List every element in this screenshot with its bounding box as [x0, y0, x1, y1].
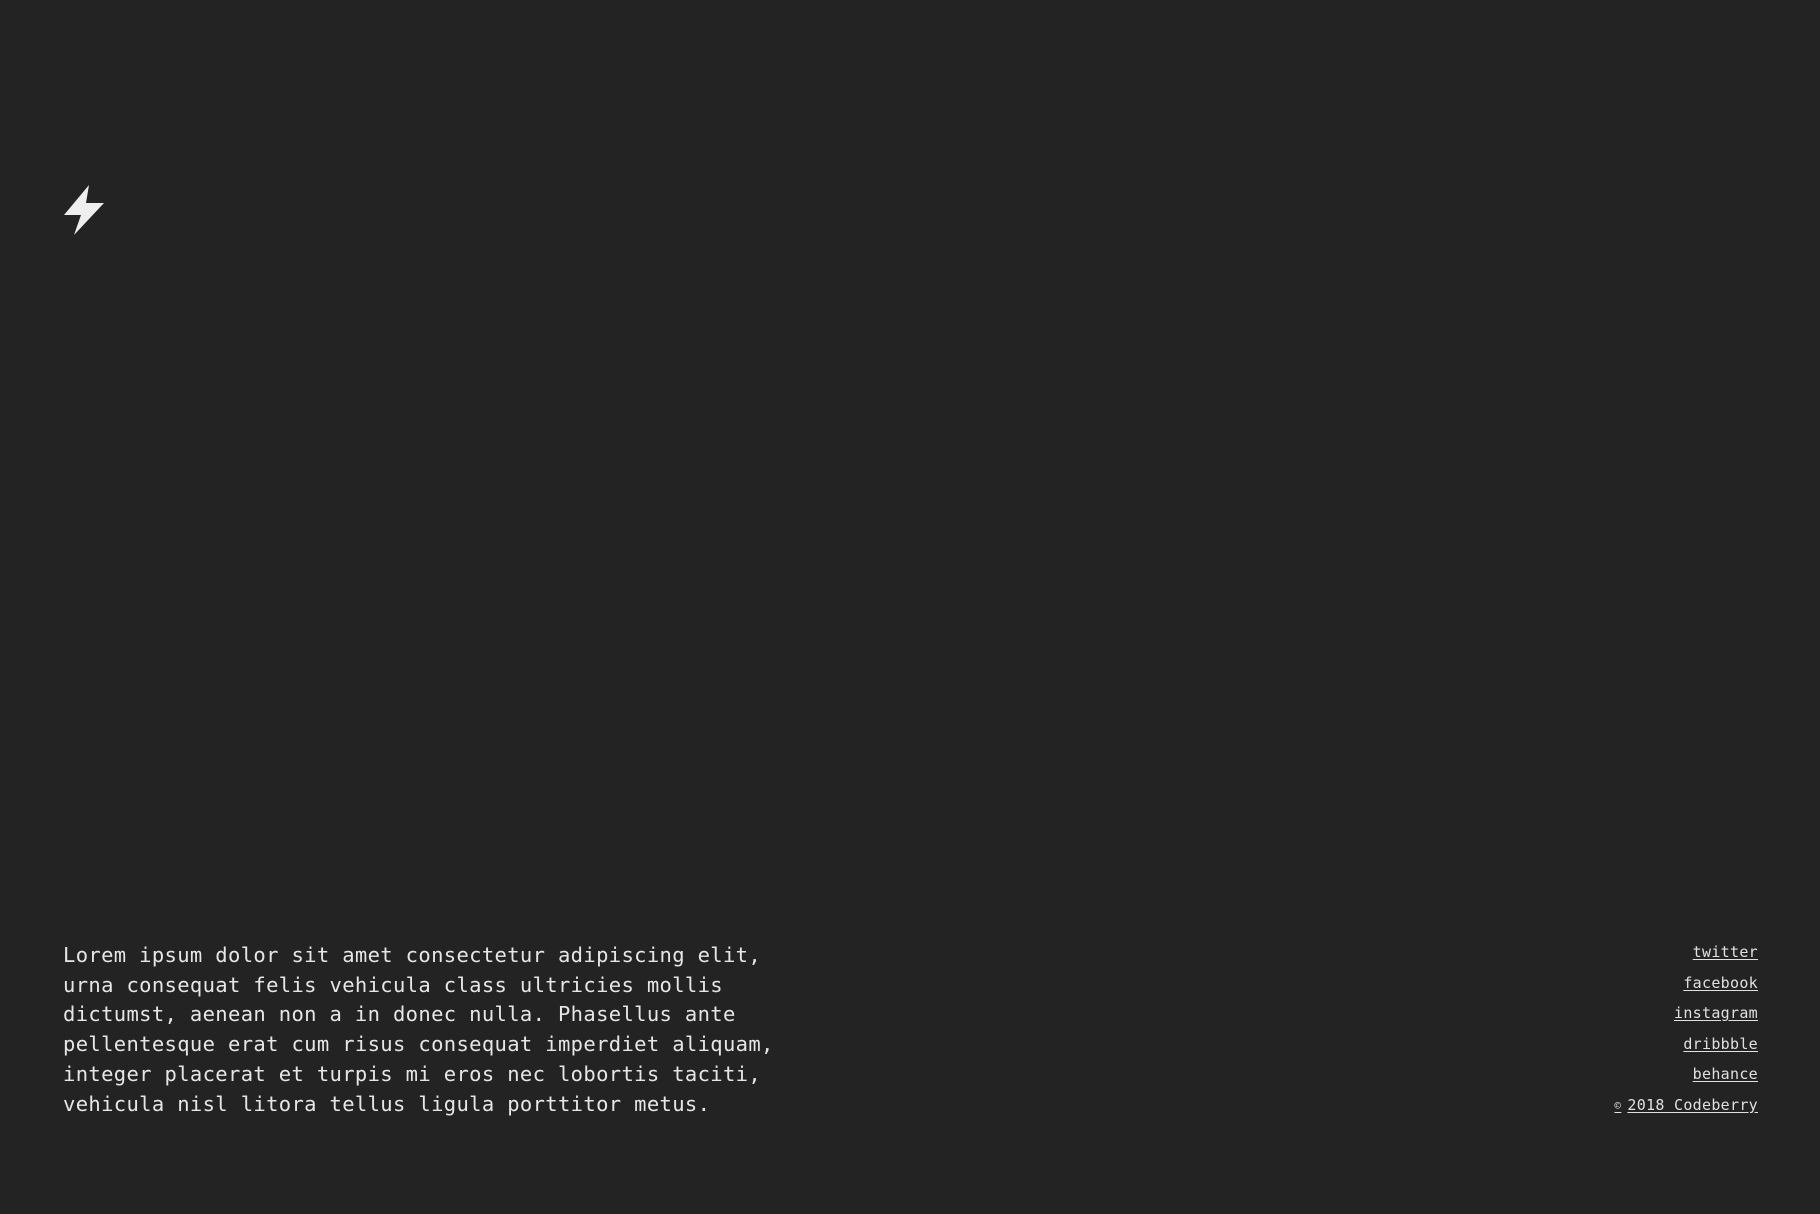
social-item: facebook [1614, 972, 1758, 1003]
copyright-link[interactable]: © 2018 Codeberry [1614, 1096, 1758, 1114]
twitter-link[interactable]: twitter [1693, 943, 1758, 961]
copyright-text: 2018 Codeberry [1627, 1095, 1758, 1114]
social-item: behance [1614, 1063, 1758, 1094]
lightning-bolt-icon [64, 185, 104, 235]
social-links: twitter facebook instagram dribbble beha… [1614, 941, 1758, 1125]
logo-link[interactable] [62, 185, 106, 235]
social-item: © 2018 Codeberry [1614, 1094, 1758, 1125]
intro-paragraph: Lorem ipsum dolor sit amet consectetur a… [63, 943, 774, 1116]
social-item: dribbble [1614, 1033, 1758, 1064]
instagram-link[interactable]: instagram [1674, 1004, 1758, 1022]
social-item: instagram [1614, 1002, 1758, 1033]
behance-link[interactable]: behance [1693, 1065, 1758, 1083]
dribbble-link[interactable]: dribbble [1683, 1035, 1758, 1053]
copyright-symbol: © [1614, 1098, 1622, 1112]
social-item: twitter [1614, 941, 1758, 972]
facebook-link[interactable]: facebook [1683, 974, 1758, 992]
